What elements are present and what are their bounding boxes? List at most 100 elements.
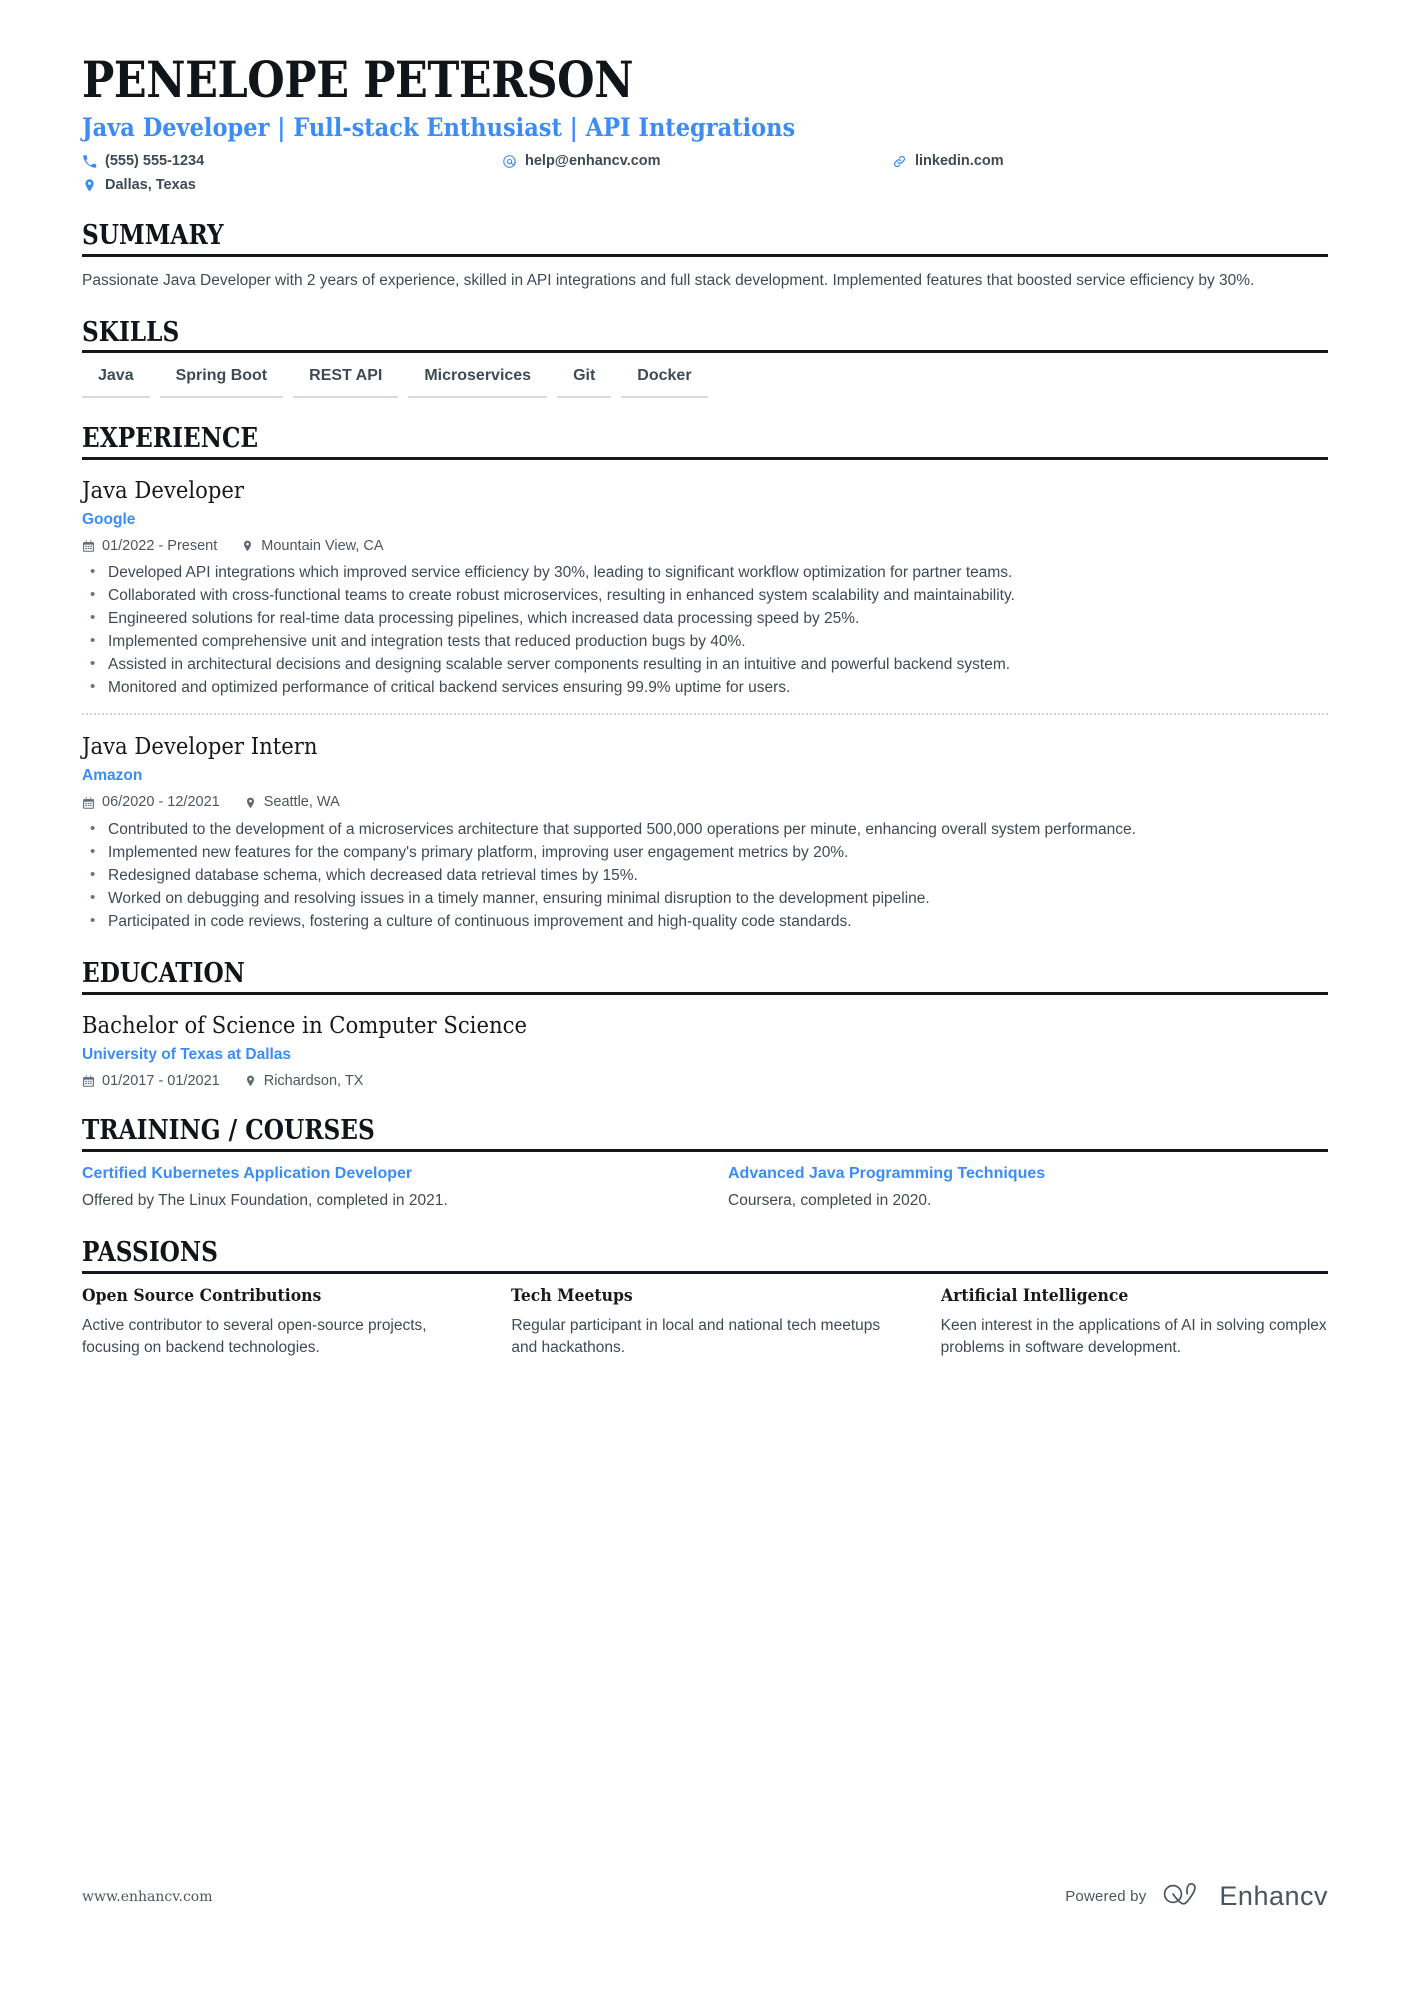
section-title-experience: EXPERIENCE <box>82 423 259 455</box>
location-icon <box>244 796 257 810</box>
calendar-icon <box>82 539 95 553</box>
powered-by-label: Powered by <box>1065 1888 1147 1905</box>
section-education: EDUCATION Bachelor of Science in Compute… <box>82 959 1328 1090</box>
course-desc: Coursera, completed in 2020. <box>728 1192 932 1210</box>
entry-meta: 06/2020 - 12/2021 Seattle, WA <box>82 793 1328 812</box>
contact-email[interactable]: help@enhancv.com <box>502 152 892 171</box>
section-title-training: TRAINING / COURSES <box>82 1115 375 1147</box>
section-experience: EXPERIENCE Java Developer Google 01/2022… <box>82 424 1328 933</box>
contact-info: (555) 555-1234 help@enhancv.com linkedin… <box>82 152 1328 195</box>
entry-divider <box>82 713 1328 716</box>
passion-item: Open Source Contributions Active contrib… <box>82 1285 469 1359</box>
candidate-name: PENELOPE PETERSON <box>82 50 634 109</box>
bullet-item: Worked on debugging and resolving issues… <box>82 887 1328 910</box>
job-title: Java Developer Intern <box>82 734 318 761</box>
enhancv-wordmark: Enhancv <box>1219 1881 1328 1911</box>
date-range: 01/2022 - Present <box>82 537 217 556</box>
section-passions: PASSIONS Open Source Contributions Activ… <box>82 1238 1328 1359</box>
entry-meta: 01/2017 - 01/2021 Richardson, TX <box>82 1072 1328 1091</box>
location-icon <box>82 178 97 193</box>
job-location-text: Seattle, WA <box>263 794 340 811</box>
location-icon <box>244 1074 257 1088</box>
training-list: Certified Kubernetes Application Develop… <box>82 1152 1328 1212</box>
responsibility-list: Developed API integrations which improve… <box>82 561 1328 699</box>
candidate-headline: Java Developer | Full-stack Enthusiast |… <box>82 113 796 142</box>
bullet-item: Monitored and optimized performance of c… <box>82 676 1328 699</box>
bullet-item: Implemented new features for the company… <box>82 841 1328 864</box>
entry-meta: 01/2022 - Present Mountain View, CA <box>82 537 1328 556</box>
school-name[interactable]: University of Texas at Dallas <box>82 1045 1328 1066</box>
contact-phone[interactable]: (555) 555-1234 <box>82 152 502 171</box>
passion-desc: Active contributor to several open-sourc… <box>82 1317 427 1357</box>
job-location-text: Mountain View, CA <box>261 537 384 554</box>
course-name[interactable]: Certified Kubernetes Application Develop… <box>82 1163 682 1184</box>
passion-name: Open Source Contributions <box>82 1285 322 1306</box>
calendar-icon <box>82 796 95 810</box>
education-entry: Bachelor of Science in Computer Science … <box>82 1008 1328 1091</box>
section-training: TRAINING / COURSES Certified Kubernetes … <box>82 1116 1328 1212</box>
experience-entry: Java Developer Intern Amazon 06/2020 - 1… <box>82 729 1328 933</box>
date-range-text: 01/2017 - 01/2021 <box>102 1072 220 1089</box>
summary-text: Passionate Java Developer with 2 years o… <box>82 271 1255 289</box>
passion-desc: Regular participant in local and nationa… <box>511 1317 881 1357</box>
training-item: Certified Kubernetes Application Develop… <box>82 1163 682 1212</box>
resume-header: PENELOPE PETERSON Java Developer | Full-… <box>82 52 1328 195</box>
page-footer: www.enhancv.com Powered by Enhancv <box>82 1880 1328 1913</box>
location-icon <box>241 539 254 553</box>
skill-chip: Java <box>82 363 150 399</box>
section-title-passions: PASSIONS <box>82 1237 218 1269</box>
bullet-item: Participated in code reviews, fostering … <box>82 910 1328 933</box>
course-desc: Offered by The Linux Foundation, complet… <box>82 1192 448 1210</box>
contact-location-text: Dallas, Texas <box>105 177 196 194</box>
email-icon <box>502 154 517 169</box>
enhancv-logo: Enhancv <box>1162 1880 1328 1913</box>
bullet-item: Developed API integrations which improve… <box>82 561 1328 584</box>
course-name[interactable]: Advanced Java Programming Techniques <box>728 1163 1328 1184</box>
passion-desc: Keen interest in the applications of AI … <box>940 1317 1327 1357</box>
contact-linkedin-text: linkedin.com <box>915 153 1004 170</box>
contact-email-text: help@enhancv.com <box>525 153 661 170</box>
degree-title: Bachelor of Science in Computer Science <box>82 1012 527 1039</box>
date-range-text: 01/2022 - Present <box>102 537 218 554</box>
resume-page: PENELOPE PETERSON Java Developer | Full-… <box>0 0 1410 1995</box>
enhancv-mark-icon <box>1162 1880 1208 1913</box>
date-range: 06/2020 - 12/2021 <box>82 793 220 812</box>
company-name[interactable]: Amazon <box>82 766 1328 787</box>
passions-list: Open Source Contributions Active contrib… <box>82 1274 1328 1359</box>
experience-entry: Java Developer Google 01/2022 - Present <box>82 473 1328 700</box>
skill-chip: Microservices <box>408 363 548 399</box>
skill-chip: Git <box>557 363 612 399</box>
section-title-skills: SKILLS <box>82 316 180 348</box>
passion-name: Artificial Intelligence <box>940 1285 1128 1306</box>
contact-location: Dallas, Texas <box>82 176 502 195</box>
bullet-item: Implemented comprehensive unit and integ… <box>82 630 1328 653</box>
phone-icon <box>82 154 97 169</box>
passion-item: Tech Meetups Regular participant in loca… <box>511 1285 898 1359</box>
date-range: 01/2017 - 01/2021 <box>82 1072 220 1091</box>
section-title-education: EDUCATION <box>82 958 245 990</box>
contact-phone-text: (555) 555-1234 <box>105 153 205 170</box>
passion-name: Tech Meetups <box>511 1285 634 1306</box>
responsibility-list: Contributed to the development of a micr… <box>82 818 1328 933</box>
bullet-item: Engineered solutions for real-time data … <box>82 607 1328 630</box>
job-location: Mountain View, CA <box>241 537 384 556</box>
skill-chip: REST API <box>293 363 399 399</box>
job-location: Seattle, WA <box>244 793 340 812</box>
job-title: Java Developer <box>82 477 245 504</box>
footer-website[interactable]: www.enhancv.com <box>82 1889 213 1905</box>
bullet-item: Assisted in architectural decisions and … <box>82 653 1328 676</box>
company-name[interactable]: Google <box>82 510 1328 531</box>
skill-chip: Docker <box>621 363 708 399</box>
passion-item: Artificial Intelligence Keen interest in… <box>941 1285 1328 1359</box>
school-location-text: Richardson, TX <box>263 1072 364 1089</box>
school-location: Richardson, TX <box>244 1072 364 1091</box>
section-title-summary: SUMMARY <box>82 219 224 251</box>
skills-list: Java Spring Boot REST API Microservices … <box>82 353 1328 399</box>
training-item: Advanced Java Programming Techniques Cou… <box>728 1163 1328 1212</box>
skill-chip: Spring Boot <box>159 363 284 399</box>
bullet-item: Redesigned database schema, which decrea… <box>82 864 1328 887</box>
date-range-text: 06/2020 - 12/2021 <box>102 794 220 811</box>
bullet-item: Collaborated with cross-functional teams… <box>82 584 1328 607</box>
calendar-icon <box>82 1074 95 1088</box>
contact-linkedin[interactable]: linkedin.com <box>892 152 1328 171</box>
